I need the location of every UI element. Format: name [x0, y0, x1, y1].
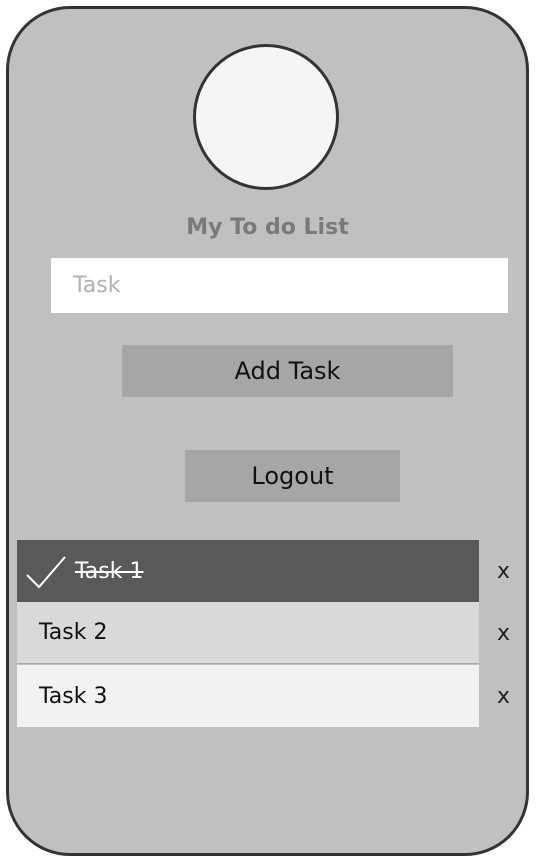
task-row-3[interactable]: Task 3	[17, 665, 479, 727]
logout-button[interactable]: Logout	[185, 450, 400, 502]
delete-task-2-button[interactable]: x	[497, 602, 510, 664]
task-label: Task 2	[39, 620, 108, 645]
task-label: Task 3	[39, 683, 108, 709]
avatar[interactable]	[193, 44, 339, 190]
task-input[interactable]	[51, 258, 508, 313]
delete-task-1-button[interactable]: x	[497, 540, 510, 602]
task-label: Task 1	[75, 558, 144, 584]
page-title: My To do List	[186, 215, 349, 240]
check-icon[interactable]	[25, 553, 69, 589]
add-task-button[interactable]: Add Task	[122, 345, 453, 397]
task-row-2[interactable]: Task 2	[17, 602, 479, 664]
task-row-1[interactable]: Task 1	[17, 540, 479, 602]
delete-task-3-button[interactable]: x	[497, 665, 510, 727]
phone-frame: My To do List Add Task Logout Task 1 x T…	[6, 6, 529, 856]
